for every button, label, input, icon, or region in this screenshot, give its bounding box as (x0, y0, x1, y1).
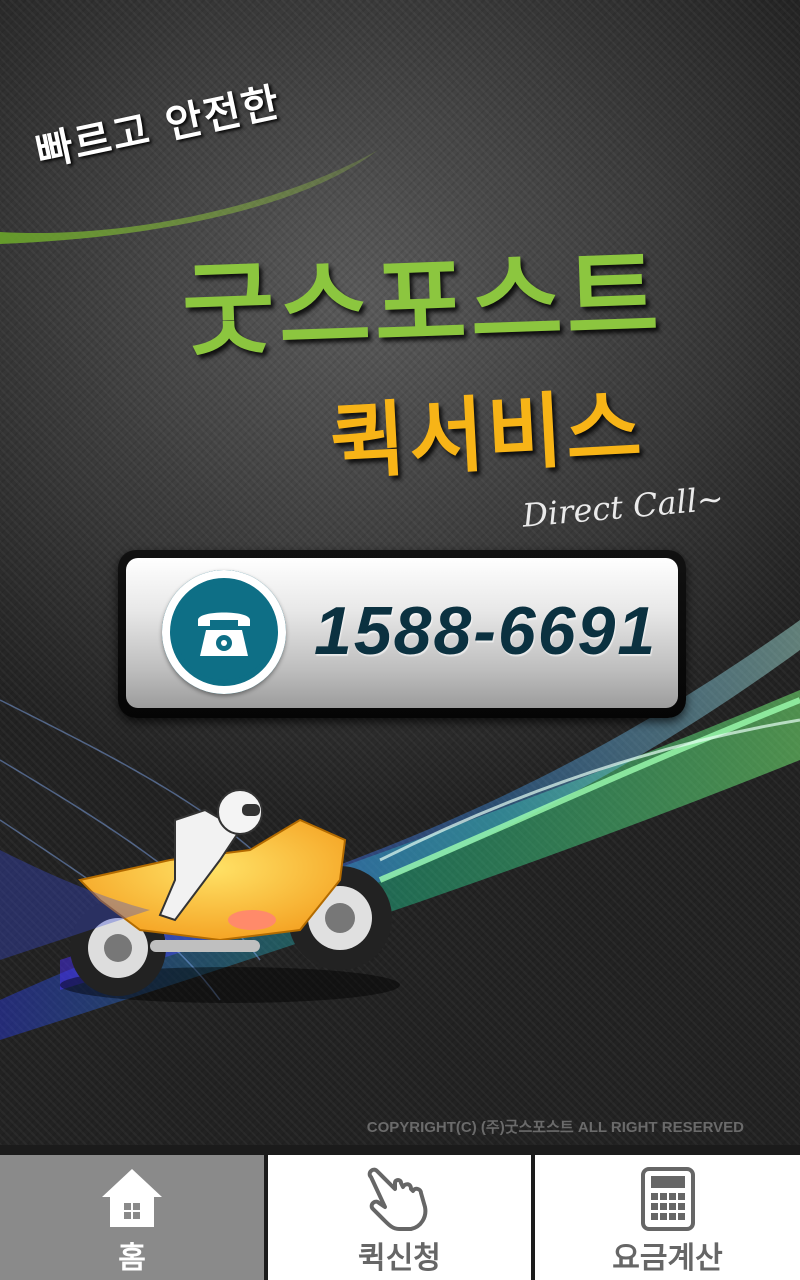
hand-pointer-icon (365, 1167, 435, 1235)
brand-name: 굿스포스트 (180, 236, 665, 371)
home-icon (100, 1167, 164, 1233)
phone-number[interactable]: 1588-6691 (314, 592, 657, 670)
service-name: 퀵서비스 (328, 379, 647, 492)
tab-home[interactable]: 홈 (0, 1155, 264, 1280)
call-button-face[interactable]: 1588-6691 (126, 558, 678, 708)
light-wave (378, 697, 800, 883)
splash-screen: 빠르고 안전한 굿스포스트 퀵서비스 Direct Call~ 1588-669… (0, 0, 800, 1145)
tab-quick-request-label: 퀵신청 (358, 1241, 441, 1276)
phone-icon (162, 570, 286, 694)
bottom-navigation: 홈 퀵신청 요금계산 (0, 1145, 800, 1280)
tab-home-label: 홈 (118, 1241, 146, 1276)
call-button[interactable]: 1588-6691 (118, 550, 686, 718)
copyright-notice: COPYRIGHT(C) (주)굿스포스트 ALL RIGHT RESERVED (366, 1119, 744, 1136)
tab-fare-calculator-label: 요금계산 (612, 1241, 723, 1276)
tab-quick-request[interactable]: 퀵신청 (268, 1155, 531, 1280)
calculator-icon (640, 1167, 696, 1235)
tab-fare-calculator[interactable]: 요금계산 (535, 1155, 800, 1280)
